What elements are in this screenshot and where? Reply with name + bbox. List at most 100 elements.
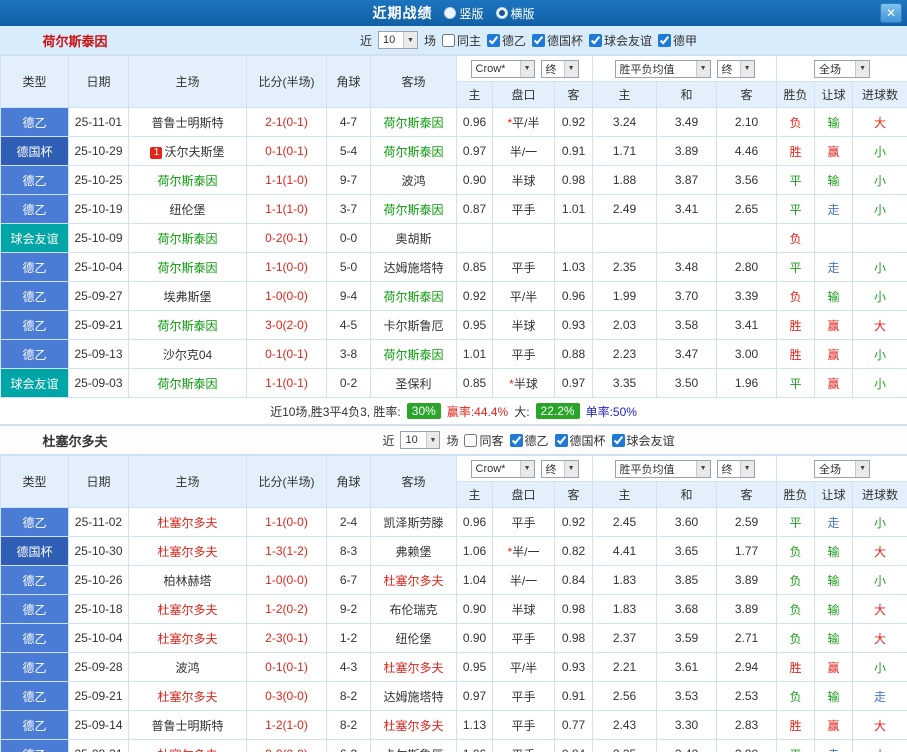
match-type-cell: 德乙 [0, 565, 69, 595]
avg-draw-odds: 3.60 [656, 507, 718, 537]
handicap-home-odds: 0.90 [456, 594, 493, 624]
home-team-cell-name: 沙尔克04 [162, 347, 213, 362]
match-type-cell: 德乙 [0, 194, 69, 224]
handicap-away-odds: 0.84 [553, 565, 594, 595]
handicap-away-odds: 0.96 [553, 281, 594, 311]
result-goals: 小 [852, 194, 907, 224]
corners-cell: 8-3 [326, 536, 371, 566]
league-checkbox-0-input[interactable] [509, 433, 523, 447]
same-venue-checkbox[interactable]: 同主 [441, 32, 481, 49]
radio-icon-vertical[interactable] [444, 7, 457, 19]
result-outcome: 平 [776, 194, 816, 224]
match-count-select[interactable]: 10 ▼ [377, 31, 418, 49]
same-venue-checkbox[interactable]: 同客 [464, 432, 504, 449]
bookmaker-select[interactable]: Crow* ▼ [470, 459, 535, 478]
avg-odds-select[interactable]: 胜平负均值 ▼ [614, 59, 711, 78]
away-team-cell: 杜塞尔多夫 [370, 565, 457, 595]
bookmaker-controls-inner: Crow* ▼ 终 ▼ [458, 59, 592, 78]
home-team-cell: 荷尔斯泰因 [128, 310, 247, 340]
handicap-away-odds: 1.01 [553, 194, 594, 224]
league-checkbox-2[interactable]: 球会友谊 [611, 432, 675, 449]
profit-rate: 赢率:44.4% [446, 404, 509, 419]
result-goals: 小 [852, 739, 907, 752]
corners-cell: 0-0 [326, 223, 371, 253]
column-header-1: 日期 [68, 455, 129, 508]
league-checkbox-3-input[interactable] [658, 33, 672, 47]
avg-home-odds: 2.56 [592, 681, 658, 711]
final-avg-select-value: 终 [721, 63, 733, 76]
score-cell: 2-3(0-1) [246, 623, 327, 653]
league-checkbox-0[interactable]: 德乙 [486, 32, 526, 49]
score-cell: 1-1(0-0) [246, 507, 327, 537]
filters: 近 10 ▼ 场 同主 德乙 德国杯 球会友谊 德甲 [150, 31, 907, 49]
handicap-away-odds: 0.97 [553, 368, 594, 398]
sub-header-2: 客 [553, 81, 594, 108]
match-type-cell: 德乙 [0, 107, 69, 137]
result-handicap: 赢 [814, 652, 854, 682]
league-checkbox-2[interactable]: 球会友谊 [589, 32, 652, 49]
fulltime-select[interactable]: 全场 ▼ [814, 59, 871, 78]
handicap-line-cell: 平手 [492, 623, 555, 653]
league-checkbox-1-label: 德国杯 [547, 33, 584, 48]
result-handicap: 输 [814, 681, 854, 711]
away-team-cell: 杜塞尔多夫 [370, 710, 457, 740]
layout-option-horizontal[interactable]: 横版 [495, 5, 535, 22]
result-goals: 小 [852, 565, 907, 595]
league-checkbox-2-input[interactable] [589, 33, 603, 47]
score-cell: 1-1(1-0) [246, 194, 327, 224]
home-team-cell: 荷尔斯泰因 [128, 165, 247, 195]
handicap-line-cell: 平/半 [492, 281, 555, 311]
result-goals: 大 [852, 623, 907, 653]
league-checkbox-1[interactable]: 德国杯 [554, 432, 606, 449]
bookmaker-select[interactable]: Crow* ▼ [470, 59, 535, 78]
date-cell: 25-09-28 [68, 652, 129, 682]
match-type-cell: 德乙 [0, 652, 69, 682]
column-header-4: 角球 [326, 455, 371, 508]
match-row: 德乙 25-10-25 荷尔斯泰因 1-1(1-0) 9-7 波鸿 0.90 半球 0.98 1.… [0, 165, 907, 195]
avg-draw-odds: 3.68 [656, 594, 718, 624]
same-venue-checkbox-input[interactable] [441, 33, 455, 47]
result-handicap: 输 [814, 594, 854, 624]
bookmaker-controls: Crow* ▼ 终 ▼ [455, 455, 594, 482]
home-team-cell: 沙尔克04 [128, 339, 247, 369]
handicap-line-cell: 半球 [492, 594, 555, 624]
column-header-1: 日期 [68, 55, 129, 108]
handicap-away-odds: 0.82 [553, 536, 594, 566]
corners-cell: 3-8 [326, 339, 371, 369]
match-count-select[interactable]: 10 ▼ [400, 431, 441, 449]
league-checkbox-3[interactable]: 德甲 [658, 32, 697, 49]
final-avg-select[interactable]: 终 ▼ [716, 59, 755, 78]
score-cell: 1-0(0-0) [246, 565, 327, 595]
same-venue-checkbox-input[interactable] [464, 433, 478, 447]
close-button[interactable]: ✕ [880, 3, 902, 23]
radio-icon-horizontal[interactable] [495, 7, 508, 19]
home-team-cell: 荷尔斯泰因 [128, 223, 247, 253]
league-checkbox-0[interactable]: 德乙 [509, 432, 549, 449]
fulltime-select[interactable]: 全场 ▼ [814, 459, 871, 478]
league-checkbox-1[interactable]: 德国杯 [532, 32, 583, 49]
score-cell: 1-1(0-1) [246, 368, 327, 398]
home-team-cell-name: 杜塞尔多夫 [157, 602, 218, 617]
league-checkbox-1-input[interactable] [554, 433, 568, 447]
layout-option-vertical[interactable]: 竖版 [444, 5, 484, 22]
sub-header-5: 客 [716, 81, 778, 108]
league-checkbox-0-input[interactable] [486, 33, 500, 47]
home-team-cell-name: 杜塞尔多夫 [157, 544, 218, 559]
summary-text: 近10场,胜3平4负3, 胜率: [270, 404, 401, 419]
big-label: 大: [514, 404, 530, 419]
league-checkbox-1-label: 德国杯 [569, 433, 606, 448]
date-cell: 25-10-09 [68, 223, 129, 253]
handicap-line-cell: 平手 [492, 710, 555, 740]
result-outcome: 平 [776, 252, 816, 282]
final-odds-select[interactable]: 终 ▼ [540, 459, 579, 478]
league-checkbox-2-input[interactable] [611, 433, 625, 447]
titlebar-center: 近期战绩 竖版 横版 [0, 3, 907, 23]
score-cell: 3-0(2-0) [246, 310, 327, 340]
score-cell: 1-3(1-2) [246, 536, 327, 566]
result-goals: 小 [852, 281, 907, 311]
final-odds-select[interactable]: 终 ▼ [540, 59, 579, 78]
league-checkbox-1-input[interactable] [532, 33, 545, 47]
avg-odds-select[interactable]: 胜平负均值 ▼ [614, 459, 711, 478]
final-avg-select[interactable]: 终 ▼ [716, 459, 755, 478]
handicap-line-cell: 半球 [492, 310, 555, 340]
